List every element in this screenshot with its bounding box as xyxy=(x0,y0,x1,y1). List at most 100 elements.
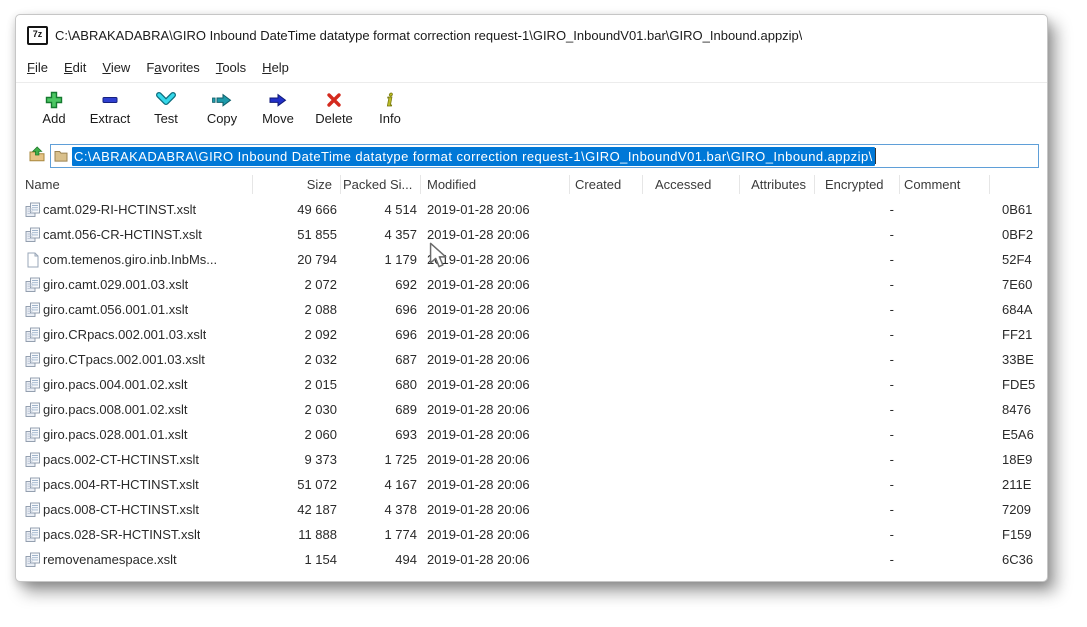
file-accessed-cell xyxy=(643,197,740,222)
file-crc-cell: FDE5 xyxy=(990,372,1048,397)
file-row[interactable]: giro.camt.029.001.03.xslt2 0726922019-01… xyxy=(25,272,1047,297)
copy-button[interactable]: Copy xyxy=(194,88,250,126)
file-modified-cell: 2019-01-28 20:06 xyxy=(421,272,570,297)
file-created-cell xyxy=(570,247,643,272)
file-row[interactable]: removenamespace.xslt1 1544942019-01-28 2… xyxy=(25,547,1047,572)
file-encrypted-cell: - xyxy=(815,497,900,522)
file-row[interactable]: giro.pacs.028.001.01.xslt2 0606932019-01… xyxy=(25,422,1047,447)
file-encrypted-cell: - xyxy=(815,397,900,422)
file-accessed-cell xyxy=(643,347,740,372)
file-crc-cell: 33BE xyxy=(990,347,1048,372)
column-header-comment[interactable]: Comment xyxy=(900,175,990,194)
file-comment-cell xyxy=(900,522,990,547)
file-accessed-cell xyxy=(643,397,740,422)
file-encrypted-cell: - xyxy=(815,472,900,497)
file-created-cell xyxy=(570,322,643,347)
file-name-text: camt.029-RI-HCTINST.xslt xyxy=(43,197,196,222)
delete-button[interactable]: Delete xyxy=(306,88,362,126)
file-size-cell: 2 088 xyxy=(253,297,341,322)
file-attributes-cell xyxy=(740,522,815,547)
file-name-cell: camt.029-RI-HCTINST.xslt xyxy=(25,197,253,222)
file-row[interactable]: giro.CTpacs.002.001.03.xslt2 0326872019-… xyxy=(25,347,1047,372)
column-header-accessed[interactable]: Accessed xyxy=(643,175,740,194)
toolbar-button-label: Extract xyxy=(90,111,130,126)
file-name-text: camt.056-CR-HCTINST.xslt xyxy=(43,222,202,247)
menu-item-edit[interactable]: Edit xyxy=(56,60,94,77)
file-name-text: giro.pacs.028.001.01.xslt xyxy=(43,422,188,447)
toolbar-button-label: Test xyxy=(154,111,178,126)
file-row[interactable]: com.temenos.giro.inb.InbMs...20 7941 179… xyxy=(25,247,1047,272)
xslt-file-icon xyxy=(25,277,43,293)
file-row[interactable]: pacs.004-RT-HCTINST.xslt51 0724 1672019-… xyxy=(25,472,1047,497)
column-header-attributes[interactable]: Attributes xyxy=(740,175,815,194)
file-row[interactable]: giro.pacs.004.001.02.xslt2 0156802019-01… xyxy=(25,372,1047,397)
xslt-file-icon xyxy=(25,227,43,243)
column-header-crc[interactable] xyxy=(990,175,1048,194)
extract-button[interactable]: Extract xyxy=(82,88,138,126)
file-comment-cell xyxy=(900,272,990,297)
menu-item-view[interactable]: View xyxy=(94,60,138,77)
menu-item-tools[interactable]: Tools xyxy=(208,60,254,77)
file-modified-cell: 2019-01-28 20:06 xyxy=(421,197,570,222)
menu-item-help[interactable]: Help xyxy=(254,60,297,77)
file-row[interactable]: pacs.002-CT-HCTINST.xslt9 3731 7252019-0… xyxy=(25,447,1047,472)
file-row[interactable]: giro.camt.056.001.01.xslt2 0886962019-01… xyxy=(25,297,1047,322)
file-name-cell: camt.056-CR-HCTINST.xslt xyxy=(25,222,253,247)
file-name-text: com.temenos.giro.inb.InbMs... xyxy=(43,247,217,272)
up-one-level-button[interactable] xyxy=(24,144,50,168)
column-header-packed[interactable]: Packed Si... xyxy=(341,175,421,194)
file-attributes-cell xyxy=(740,322,815,347)
menu-item-favorites[interactable]: Favorites xyxy=(138,60,207,77)
file-comment-cell xyxy=(900,472,990,497)
file-row[interactable]: pacs.028-SR-HCTINST.xslt11 8881 7742019-… xyxy=(25,522,1047,547)
file-name-cell: giro.pacs.028.001.01.xslt xyxy=(25,422,253,447)
info-button[interactable]: iInfo xyxy=(362,88,418,126)
file-accessed-cell xyxy=(643,372,740,397)
file-created-cell xyxy=(570,222,643,247)
file-attributes-cell xyxy=(740,497,815,522)
test-button[interactable]: Test xyxy=(138,88,194,126)
file-attributes-cell xyxy=(740,422,815,447)
file-rows: camt.029-RI-HCTINST.xslt49 6664 5142019-… xyxy=(25,197,1047,572)
move-button[interactable]: Move xyxy=(250,88,306,126)
file-name-cell: giro.camt.029.001.03.xslt xyxy=(25,272,253,297)
file-row[interactable]: giro.pacs.008.001.02.xslt2 0306892019-01… xyxy=(25,397,1047,422)
add-button[interactable]: Add xyxy=(26,88,82,126)
file-encrypted-cell: - xyxy=(815,247,900,272)
file-encrypted-cell: - xyxy=(815,422,900,447)
file-name-text: giro.camt.029.001.03.xslt xyxy=(43,272,188,297)
file-packed-cell: 680 xyxy=(341,372,421,397)
file-packed-cell: 4 514 xyxy=(341,197,421,222)
file-comment-cell xyxy=(900,497,990,522)
file-accessed-cell xyxy=(643,222,740,247)
file-comment-cell xyxy=(900,247,990,272)
file-modified-cell: 2019-01-28 20:06 xyxy=(421,247,570,272)
file-attributes-cell xyxy=(740,347,815,372)
file-row[interactable]: giro.CRpacs.002.001.03.xslt2 0926962019-… xyxy=(25,322,1047,347)
file-name-cell: giro.CTpacs.002.001.03.xslt xyxy=(25,347,253,372)
column-header-encrypted[interactable]: Encrypted xyxy=(815,175,900,194)
menu-item-file[interactable]: File xyxy=(27,60,56,77)
file-row[interactable]: camt.029-RI-HCTINST.xslt49 6664 5142019-… xyxy=(25,197,1047,222)
file-crc-cell: 18E9 xyxy=(990,447,1048,472)
file-modified-cell: 2019-01-28 20:06 xyxy=(421,472,570,497)
file-accessed-cell xyxy=(643,247,740,272)
column-header-modified[interactable]: Modified xyxy=(421,175,570,194)
file-row[interactable]: pacs.008-CT-HCTINST.xslt42 1874 3782019-… xyxy=(25,497,1047,522)
file-packed-cell: 1 725 xyxy=(341,447,421,472)
file-crc-cell: 52F4 xyxy=(990,247,1048,272)
file-size-cell: 2 015 xyxy=(253,372,341,397)
copy-arrow-icon xyxy=(211,88,233,111)
move-arrow-icon xyxy=(267,88,289,111)
xslt-file-icon xyxy=(25,327,43,343)
file-created-cell xyxy=(570,372,643,397)
column-header-created[interactable]: Created xyxy=(570,175,643,194)
file-row[interactable]: camt.056-CR-HCTINST.xslt51 8554 3572019-… xyxy=(25,222,1047,247)
column-header-name[interactable]: Name xyxy=(25,175,253,194)
file-created-cell xyxy=(570,522,643,547)
column-header-size[interactable]: Size xyxy=(253,175,341,194)
file-accessed-cell xyxy=(643,447,740,472)
add-plus-icon xyxy=(44,88,64,111)
file-size-cell: 1 154 xyxy=(253,547,341,572)
address-path-input[interactable]: C:\ABRAKADABRA\GIRO Inbound DateTime dat… xyxy=(50,144,1039,168)
